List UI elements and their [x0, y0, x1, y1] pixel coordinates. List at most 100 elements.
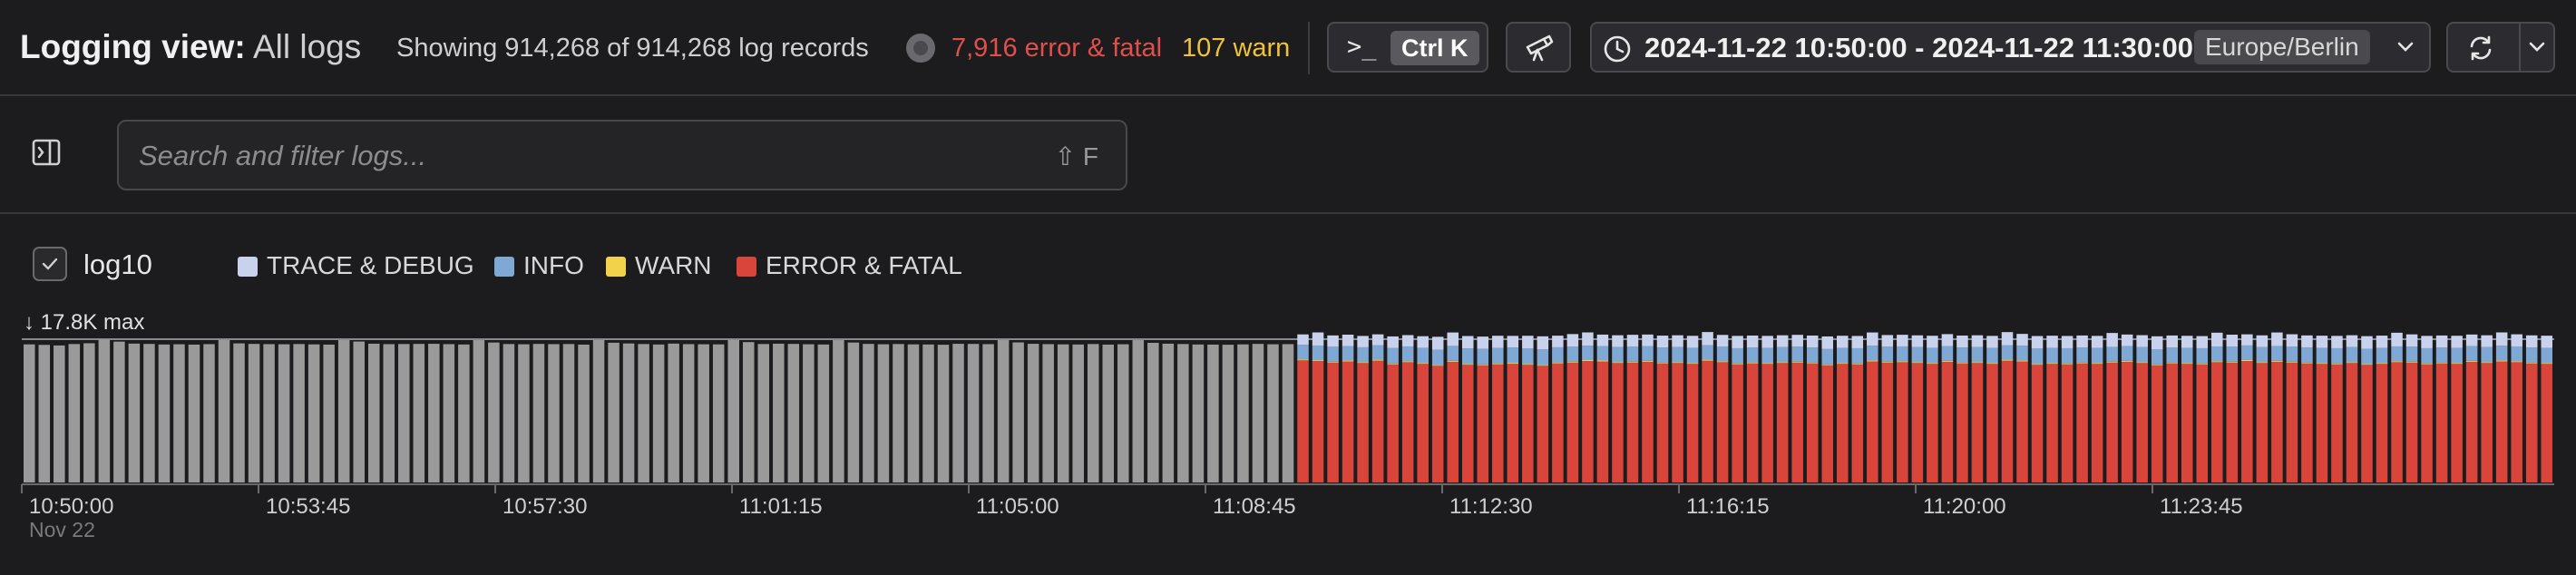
histogram-bar[interactable]: [337, 339, 350, 482]
histogram-segment-warn[interactable]: [2391, 361, 2403, 363]
histogram-segment-warn[interactable]: [1971, 362, 1984, 364]
histogram-segment-warn[interactable]: [1867, 360, 1878, 362]
histogram-bar[interactable]: [1132, 340, 1145, 482]
histogram-segment-info[interactable]: [1702, 345, 1713, 360]
histogram-segment-error[interactable]: [1927, 364, 1938, 482]
histogram-segment-info[interactable]: [1431, 349, 1444, 365]
histogram-segment-info[interactable]: [1327, 346, 1339, 362]
histogram-segment-trace[interactable]: [2301, 335, 2313, 348]
histogram-segment-warn[interactable]: [1342, 360, 1354, 362]
histogram-segment-info[interactable]: [2525, 347, 2538, 363]
histogram-bar[interactable]: [413, 344, 425, 482]
warn-count[interactable]: 107 warn: [1182, 33, 1290, 63]
histogram-segment-info[interactable]: [2481, 346, 2493, 363]
histogram-segment-warn[interactable]: [2451, 363, 2463, 365]
histogram-segment-error[interactable]: [1851, 364, 1864, 482]
histogram-segment-info[interactable]: [1522, 348, 1534, 365]
histogram-segment-error[interactable]: [1656, 363, 1669, 482]
histogram-bar[interactable]: [1117, 344, 1129, 482]
chevron-down-icon[interactable]: [2528, 40, 2546, 53]
histogram-segment-error[interactable]: [2226, 362, 2239, 482]
histogram-segment-warn[interactable]: [1911, 362, 1924, 364]
histogram-bar[interactable]: [38, 345, 51, 482]
histogram-bar[interactable]: [203, 344, 215, 482]
histogram-segment-info[interactable]: [2106, 346, 2118, 362]
histogram-segment-error[interactable]: [1596, 361, 1609, 482]
histogram-segment-info[interactable]: [2136, 346, 2148, 363]
histogram-segment-trace[interactable]: [1371, 334, 1384, 346]
histogram-segment-error[interactable]: [1401, 362, 1414, 482]
histogram-bar[interactable]: [68, 344, 81, 482]
histogram-segment-warn[interactable]: [1716, 361, 1729, 363]
histogram-segment-error[interactable]: [2196, 364, 2209, 482]
histogram-segment-info[interactable]: [2361, 348, 2373, 365]
histogram-segment-warn[interactable]: [1522, 364, 1534, 365]
histogram-segment-info[interactable]: [1582, 346, 1594, 361]
histogram-segment-info[interactable]: [1461, 348, 1474, 365]
histogram-segment-warn[interactable]: [2106, 361, 2118, 363]
histogram-segment-error[interactable]: [1582, 361, 1594, 482]
histogram-segment-error[interactable]: [2465, 361, 2478, 482]
histogram-bar[interactable]: [652, 344, 665, 482]
histogram-segment-warn[interactable]: [1461, 364, 1474, 365]
histogram-segment-info[interactable]: [1312, 345, 1324, 361]
histogram-segment-error[interactable]: [2031, 365, 2044, 482]
histogram-segment-warn[interactable]: [2511, 361, 2522, 363]
histogram-segment-trace[interactable]: [1791, 335, 1803, 347]
histogram-segment-trace[interactable]: [1867, 332, 1878, 346]
histogram-segment-error[interactable]: [1867, 361, 1878, 482]
histogram-segment-info[interactable]: [1897, 346, 1908, 362]
histogram-segment-warn[interactable]: [1941, 360, 1954, 362]
histogram-segment-error[interactable]: [2166, 363, 2178, 482]
histogram-segment-trace[interactable]: [1357, 336, 1369, 347]
refresh-button[interactable]: [2446, 22, 2555, 73]
histogram-segment-info[interactable]: [1387, 347, 1399, 364]
histogram-segment-warn[interactable]: [2301, 362, 2313, 364]
histogram-segment-trace[interactable]: [2241, 334, 2253, 346]
histogram-segment-warn[interactable]: [1837, 363, 1849, 365]
histogram-segment-info[interactable]: [2465, 346, 2478, 361]
histogram-segment-trace[interactable]: [2211, 332, 2223, 346]
histogram-segment-trace[interactable]: [1507, 336, 1519, 348]
histogram-segment-trace[interactable]: [1927, 336, 1938, 348]
histogram-segment-error[interactable]: [1357, 363, 1369, 482]
histogram-segment-warn[interactable]: [1956, 362, 1968, 364]
histogram-segment-error[interactable]: [1911, 363, 1924, 482]
histogram-bar[interactable]: [443, 344, 455, 482]
histogram-segment-error[interactable]: [1971, 363, 1984, 482]
histogram-segment-info[interactable]: [2495, 346, 2508, 361]
histogram-segment-error[interactable]: [2046, 364, 2058, 482]
histogram-bar[interactable]: [263, 344, 275, 482]
histogram-segment-trace[interactable]: [2421, 336, 2433, 348]
histogram-segment-info[interactable]: [1851, 347, 1864, 364]
histogram-segment-trace[interactable]: [2016, 334, 2028, 346]
histogram-segment-trace[interactable]: [1461, 336, 1474, 349]
histogram-segment-error[interactable]: [1522, 365, 1534, 482]
histogram-segment-warn[interactable]: [1371, 359, 1384, 361]
histogram-segment-trace[interactable]: [2451, 336, 2463, 348]
histogram-segment-error[interactable]: [2346, 363, 2358, 482]
histogram-bar[interactable]: [548, 344, 560, 482]
histogram-segment-trace[interactable]: [1431, 336, 1444, 350]
histogram-segment-info[interactable]: [1357, 346, 1369, 363]
histogram-segment-warn[interactable]: [2316, 363, 2328, 365]
histogram-segment-trace[interactable]: [1342, 334, 1354, 346]
histogram-segment-info[interactable]: [1986, 347, 1998, 364]
histogram-segment-info[interactable]: [1537, 349, 1549, 365]
histogram-segment-trace[interactable]: [2001, 332, 2014, 346]
histogram-segment-trace[interactable]: [2541, 336, 2552, 348]
histogram-segment-trace[interactable]: [2151, 336, 2163, 350]
histogram-bar[interactable]: [54, 345, 65, 482]
histogram-segment-info[interactable]: [1867, 346, 1878, 361]
histogram-bar[interactable]: [83, 343, 95, 482]
histogram-segment-trace[interactable]: [2046, 336, 2058, 348]
histogram-segment-info[interactable]: [2151, 349, 2163, 365]
command-palette-button[interactable]: >_ Ctrl K: [1327, 22, 1488, 73]
histogram-segment-trace[interactable]: [1327, 335, 1339, 347]
histogram-segment-error[interactable]: [1566, 362, 1579, 482]
histogram-segment-warn[interactable]: [2241, 359, 2253, 362]
histogram-segment-error[interactable]: [1897, 362, 1908, 482]
histogram-segment-warn[interactable]: [1612, 362, 1624, 364]
histogram-segment-error[interactable]: [1431, 365, 1444, 482]
histogram-segment-trace[interactable]: [2465, 334, 2478, 346]
